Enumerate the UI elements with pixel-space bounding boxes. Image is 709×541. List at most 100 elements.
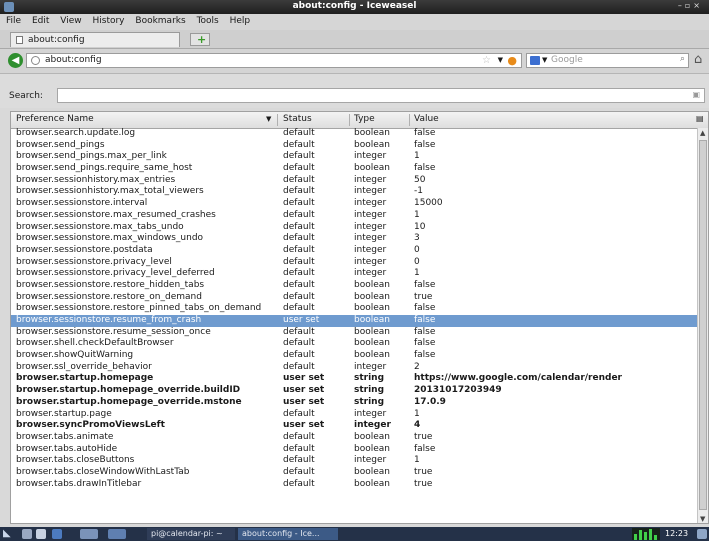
column-divider[interactable] xyxy=(349,114,350,126)
table-row[interactable]: browser.shell.checkDefaultBrowser default… xyxy=(11,338,698,350)
tab-about-config[interactable]: about:config xyxy=(10,32,180,47)
column-divider[interactable] xyxy=(277,114,278,126)
table-row[interactable]: browser.sessionstore.privacy_level defaul… xyxy=(11,257,698,269)
pref-name-cell: browser.sessionstore.max_windows_undo xyxy=(16,233,204,244)
table-row[interactable]: browser.sessionstore.privacy_level_defer… xyxy=(11,268,698,280)
search-engine-box[interactable]: ▼ Google ⌕ xyxy=(526,53,689,68)
home-icon[interactable]: ⌂ xyxy=(694,52,709,68)
launcher-icon[interactable] xyxy=(22,529,32,539)
pref-value-cell: 15000 xyxy=(414,198,443,209)
table-row[interactable]: browser.startup.homepage user set string ht… xyxy=(11,373,698,385)
column-picker-icon[interactable]: ▤ xyxy=(696,114,704,123)
pref-value-cell: false xyxy=(414,279,436,290)
table-row[interactable]: browser.sessionstore.max_resumed_crashes… xyxy=(11,210,698,222)
pref-name-cell: browser.tabs.closeButtons xyxy=(16,455,135,466)
table-row[interactable]: browser.sessionstore.max_tabs_undo defaul… xyxy=(11,222,698,234)
google-icon[interactable] xyxy=(530,56,540,65)
table-row[interactable]: browser.send_pings.max_per_link default in… xyxy=(11,151,698,163)
scroll-up-arrow-icon[interactable]: ▲ xyxy=(700,129,705,137)
table-row[interactable]: browser.search.update.log default boolean f… xyxy=(11,128,698,140)
desktop-icon[interactable] xyxy=(80,529,98,539)
table-row[interactable]: browser.sessionstore.max_windows_undo def… xyxy=(11,233,698,245)
pref-type-cell: integer xyxy=(354,209,387,220)
pref-name-cell: browser.sessionstore.privacy_level xyxy=(16,256,172,267)
vertical-scrollbar[interactable]: ▲ ▼ xyxy=(697,128,708,523)
window-titlebar[interactable]: about:config - Iceweasel –▫× xyxy=(0,0,709,14)
table-row[interactable]: browser.sessionstore.restore_hidden_tabs… xyxy=(11,280,698,292)
table-row[interactable]: browser.tabs.animate default boolean true xyxy=(11,432,698,444)
table-row[interactable]: browser.tabs.closeWindowWithLastTab defau… xyxy=(11,467,698,479)
reload-icon[interactable]: ● xyxy=(507,54,517,67)
table-row[interactable]: browser.startup.page default integer 1 xyxy=(11,409,698,421)
table-row[interactable]: browser.sessionstore.postdata default inte… xyxy=(11,245,698,257)
taskbar-task-browser[interactable]: about:config - Ice... xyxy=(238,528,338,540)
search-magnifier-icon[interactable]: ⌕ xyxy=(680,54,685,64)
filter-bar: Search: ▣ xyxy=(0,74,709,108)
pref-value-cell: false xyxy=(414,350,436,361)
clear-search-icon[interactable]: ▣ xyxy=(692,90,700,99)
menu-bookmarks[interactable]: Bookmarks xyxy=(131,14,189,26)
pref-value-cell: -1 xyxy=(414,186,423,197)
site-identity-icon[interactable] xyxy=(31,56,40,65)
taskbar: ◣ pi@calendar-pi: ~ about:config - Ice..… xyxy=(0,527,709,541)
pref-value-cell: false xyxy=(414,443,436,454)
scrollbar-thumb[interactable] xyxy=(699,140,707,510)
table-row[interactable]: browser.sessionhistory.max_entries defaul… xyxy=(11,175,698,187)
menu-tools[interactable]: Tools xyxy=(193,14,223,26)
pref-name-cell: browser.sessionstore.privacy_level_defer… xyxy=(16,268,215,279)
launcher-icon[interactable] xyxy=(52,529,62,539)
taskbar-task-terminal[interactable]: pi@calendar-pi: ~ xyxy=(147,528,235,540)
pref-value-cell: false xyxy=(414,315,436,325)
table-row[interactable]: browser.ssl_override_behavior default inte… xyxy=(11,362,698,374)
pref-status-cell: default xyxy=(283,431,315,442)
menu-help[interactable]: Help xyxy=(226,14,255,26)
table-row[interactable]: browser.tabs.closeButtons default integer 1 xyxy=(11,455,698,467)
table-row[interactable]: browser.sessionstore.resume_session_once… xyxy=(11,327,698,339)
table-row[interactable]: browser.sessionstore.interval default inte… xyxy=(11,198,698,210)
menu-edit[interactable]: Edit xyxy=(28,14,53,26)
pref-name-cell: browser.sessionhistory.max_entries xyxy=(16,174,176,185)
menu-view[interactable]: View xyxy=(56,14,85,26)
table-row[interactable]: browser.tabs.autoHide default boolean false xyxy=(11,444,698,456)
column-divider[interactable] xyxy=(409,114,410,126)
pref-status-cell: default xyxy=(283,268,315,279)
scroll-down-arrow-icon[interactable]: ▼ xyxy=(700,515,705,523)
bookmark-star-icon[interactable]: ☆ xyxy=(482,55,491,66)
search-input[interactable]: ▣ xyxy=(57,88,705,103)
volume-icon[interactable] xyxy=(697,529,707,539)
column-header-value[interactable]: Value xyxy=(414,114,439,124)
table-row[interactable]: browser.syncPromoViewsLeft user set intege… xyxy=(11,420,698,432)
pref-type-cell: integer xyxy=(354,174,387,185)
pref-type-cell: boolean xyxy=(354,163,390,174)
table-row[interactable]: browser.send_pings default boolean false xyxy=(11,140,698,152)
table-row[interactable]: browser.sessionstore.restore_pinned_tabs… xyxy=(11,303,698,315)
table-row[interactable]: browser.sessionstore.resume_from_crash us… xyxy=(11,315,698,327)
url-bar[interactable]: about:config ☆ ▼ ● xyxy=(26,53,522,68)
table-row[interactable]: browser.startup.homepage_override.mstone… xyxy=(11,397,698,409)
pref-value-cell: 1 xyxy=(414,455,420,466)
new-tab-button[interactable] xyxy=(190,33,210,46)
window-controls[interactable]: –▫× xyxy=(678,1,703,10)
back-arrow-icon[interactable]: ◀ xyxy=(8,53,23,68)
column-header-type[interactable]: Type xyxy=(354,114,375,124)
engine-dropdown-icon[interactable]: ▼ xyxy=(542,56,547,64)
menu-history[interactable]: History xyxy=(88,14,128,26)
desktop-icon[interactable] xyxy=(108,529,126,539)
cpu-monitor xyxy=(632,528,660,540)
history-dropdown-icon[interactable]: ▼ xyxy=(498,56,503,64)
menu-file[interactable]: File xyxy=(0,14,25,26)
pref-name-cell: browser.sessionstore.interval xyxy=(16,198,148,209)
column-header-name[interactable]: Preference Name xyxy=(16,114,94,124)
start-menu-icon[interactable]: ◣ xyxy=(3,528,11,539)
table-row[interactable]: browser.sessionstore.restore_on_demand de… xyxy=(11,292,698,304)
task-browser-label: about:config - Ice... xyxy=(242,529,320,538)
pref-name-cell: browser.search.update.log xyxy=(16,128,136,138)
launcher-icon[interactable] xyxy=(36,529,46,539)
table-row[interactable]: browser.showQuitWarning default boolean fal… xyxy=(11,350,698,362)
table-row[interactable]: browser.tabs.drawInTitlebar default boolea… xyxy=(11,479,698,491)
menu-bar: File Edit View History Bookmarks Tools H… xyxy=(0,14,709,30)
table-row[interactable]: browser.startup.homepage_override.buildI… xyxy=(11,385,698,397)
column-header-status[interactable]: Status xyxy=(283,114,312,124)
table-row[interactable]: browser.send_pings.require_same_host defa… xyxy=(11,163,698,175)
table-row[interactable]: browser.sessionhistory.max_total_viewers… xyxy=(11,186,698,198)
